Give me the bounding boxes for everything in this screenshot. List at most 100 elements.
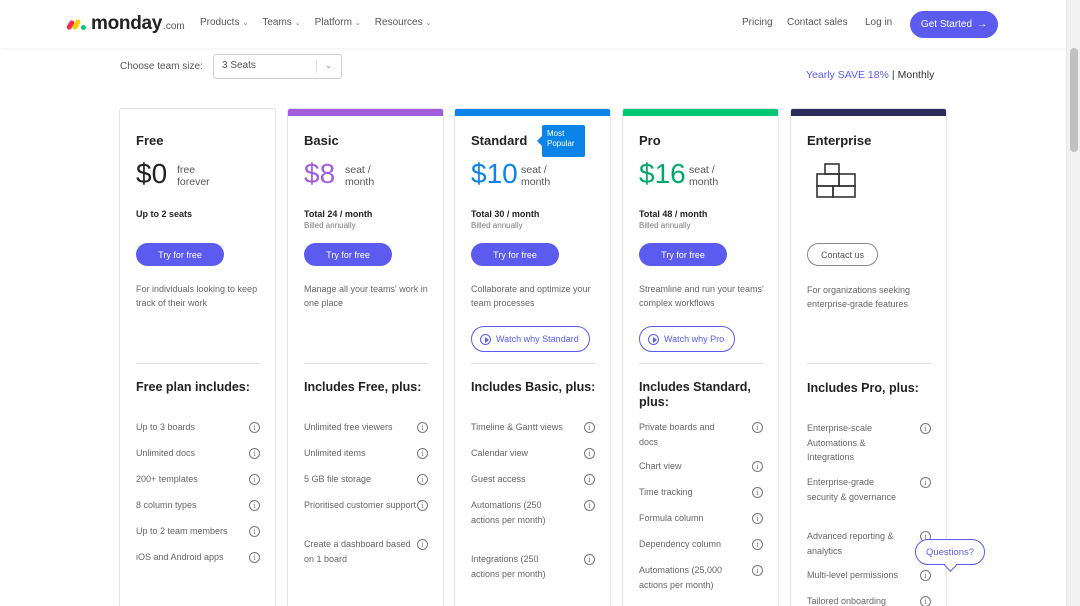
try-for-free-button[interactable]: Try for free (639, 243, 727, 266)
info-icon[interactable]: i (249, 500, 260, 511)
price-unit-line2: month (521, 176, 551, 188)
contact-us-button[interactable]: Contact us (807, 243, 878, 266)
info-icon[interactable]: i (584, 422, 595, 433)
questions-chat-button[interactable]: Questions? (915, 539, 985, 565)
plan-price: $16 (639, 158, 686, 189)
plan-card-free: Free $0 free forever Up to 2 seats Try f… (119, 108, 276, 606)
feature-item: 5 GB file storage (304, 474, 372, 484)
feature-item: Up to 2 team members (136, 526, 228, 536)
watch-why-standard-button[interactable]: Watch why Standard (471, 326, 590, 352)
billing-toggle: Yearly SAVE 18% | Monthly (806, 69, 934, 81)
info-icon[interactable]: i (752, 422, 763, 433)
monday-logo[interactable]: monday .com (65, 12, 185, 36)
info-icon[interactable]: i (752, 565, 763, 576)
feature-item: Up to 3 boards (136, 422, 196, 432)
team-size-value: 3 Seats (222, 60, 256, 71)
info-icon[interactable]: i (752, 513, 763, 524)
arrow-right-icon: → (977, 19, 988, 30)
info-icon[interactable]: i (417, 448, 428, 459)
chevron-down-icon: ⌄ (242, 19, 249, 27)
plan-name: Pro (639, 133, 661, 148)
feature-item: Timeline & Gantt views (471, 422, 563, 432)
feature-item: Multi-level permissions (807, 570, 899, 580)
cta-label: Try for free (493, 249, 537, 260)
feature-item: Automations (25,000 actions per month) (639, 565, 723, 590)
nav-platform-label: Platform (314, 17, 352, 28)
nav-products[interactable]: Products ⌄ (200, 17, 248, 28)
info-icon[interactable]: i (249, 552, 260, 563)
info-icon[interactable]: i (249, 474, 260, 485)
top-navigation-bar: monday .com Products ⌄ Teams ⌄ Platform … (0, 0, 1066, 48)
info-icon[interactable]: i (920, 477, 931, 488)
get-started-button[interactable]: Get Started → (910, 11, 998, 38)
billing-yearly-option[interactable]: Yearly SAVE 18% (806, 69, 889, 81)
nav-platform[interactable]: Platform ⌄ (315, 17, 361, 28)
try-for-free-button[interactable]: Try for free (304, 243, 392, 266)
info-icon[interactable]: i (417, 422, 428, 433)
info-icon[interactable]: i (752, 539, 763, 550)
billing-monthly-option[interactable]: Monthly (898, 69, 935, 81)
price-unit-line2: forever (177, 176, 210, 188)
chevron-down-icon: ⌄ (425, 19, 432, 27)
billed-annually-note: Billed annually (639, 221, 691, 230)
play-icon (648, 333, 659, 345)
cta-label: Try for free (661, 249, 705, 260)
logo-text: monday (91, 13, 163, 34)
info-icon[interactable]: i (920, 596, 931, 606)
plan-color-bar (120, 109, 275, 116)
plan-description: For individuals looking to keep track of… (136, 284, 258, 308)
price-unit: free forever (177, 164, 210, 188)
info-icon[interactable]: i (584, 500, 595, 511)
plan-color-bar (791, 109, 946, 116)
try-for-free-button[interactable]: Try for free (471, 243, 559, 266)
login-link[interactable]: Log in (865, 17, 892, 28)
contact-sales-link[interactable]: Contact sales (787, 17, 848, 28)
billed-annually-note: Billed annually (304, 221, 356, 230)
plan-name: Basic (304, 133, 339, 148)
info-icon[interactable]: i (584, 554, 595, 565)
plan-includes-heading: Includes Pro, plus: (807, 381, 919, 395)
feature-item: Chart view (639, 461, 682, 471)
plan-includes-heading: Includes Basic, plus: (471, 380, 596, 394)
plan-total: Total 30 / month (471, 209, 540, 219)
plan-color-bar (288, 109, 443, 116)
info-icon[interactable]: i (249, 526, 260, 537)
price-unit: seat / month (345, 164, 374, 188)
price-unit: seat / month (521, 164, 550, 188)
info-icon[interactable]: i (752, 487, 763, 498)
cta-label: Contact us (820, 249, 865, 260)
info-icon[interactable]: i (249, 448, 260, 459)
scrollbar-thumb[interactable] (1070, 48, 1078, 152)
monday-logo-icon (65, 17, 88, 31)
most-popular-badge: Most Popular (537, 125, 585, 157)
plan-includes-heading: Free plan includes: (136, 380, 250, 394)
page-scrollbar[interactable] (1066, 0, 1080, 606)
feature-item: Automations (250 actions per month) (471, 500, 546, 525)
watch-label: Watch why Standard (496, 334, 579, 344)
nav-products-label: Products (200, 17, 240, 28)
watch-why-pro-button[interactable]: Watch why Pro (639, 326, 736, 352)
billed-annually-note: Billed annually (471, 221, 523, 230)
info-icon[interactable]: i (249, 422, 260, 433)
info-icon[interactable]: i (417, 539, 428, 550)
info-icon[interactable]: i (752, 461, 763, 472)
nav-resources[interactable]: Resources ⌄ (375, 17, 432, 28)
plan-price: $8 (304, 158, 336, 189)
try-for-free-button[interactable]: Try for free (136, 243, 224, 266)
info-icon[interactable]: i (417, 500, 428, 511)
divider (639, 363, 763, 364)
pricing-link[interactable]: Pricing (742, 17, 773, 28)
info-icon[interactable]: i (920, 423, 931, 434)
info-icon[interactable]: i (584, 474, 595, 485)
plan-color-bar (623, 109, 778, 116)
nav-teams[interactable]: Teams ⌄ (262, 17, 300, 28)
info-icon[interactable]: i (584, 448, 595, 459)
info-icon[interactable]: i (920, 570, 931, 581)
team-size-select[interactable]: 3 Seats ⌄ (213, 54, 342, 79)
divider (807, 363, 931, 364)
info-icon[interactable]: i (417, 474, 428, 485)
chevron-down-icon: ⌄ (294, 19, 301, 27)
cta-label: Try for free (326, 249, 370, 260)
feature-item: Integrations (250 actions per month) (471, 554, 546, 579)
price-unit: seat / month (689, 164, 718, 188)
